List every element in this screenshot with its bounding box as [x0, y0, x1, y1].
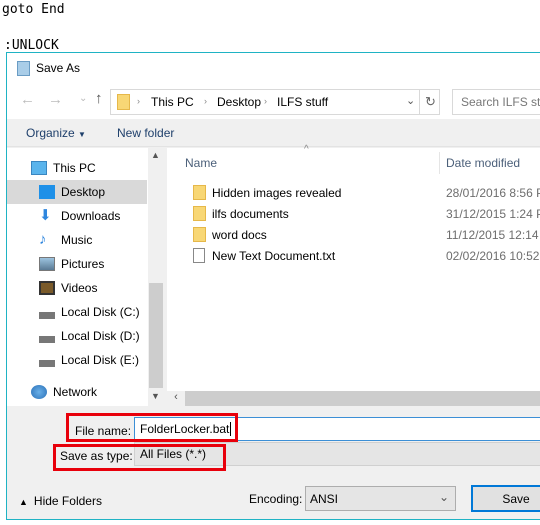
- nav-item-local-disk-d[interactable]: Local Disk (D:): [7, 324, 147, 348]
- file-date: 02/02/2016 10:52 ...: [446, 248, 540, 263]
- hide-folders-label: Hide Folders: [33, 494, 102, 508]
- file-date: 28/01/2016 8:56 PM: [446, 185, 540, 200]
- nav-item-this-pc[interactable]: This PC: [7, 156, 147, 180]
- divider: [419, 90, 420, 114]
- nav-label: Downloads: [61, 209, 121, 223]
- breadcrumb-ilfs-stuff[interactable]: ILFS stuff: [277, 95, 328, 109]
- drive-icon: [39, 305, 55, 319]
- scroll-thumb[interactable]: [149, 283, 163, 388]
- folder-icon: [117, 94, 130, 110]
- file-date: 31/12/2015 1:24 PM: [446, 206, 540, 221]
- chevron-right-icon: ›: [264, 96, 267, 106]
- navigation-pane: This PC Desktop ⬇ Downloads ♪ Music Pictur…: [7, 148, 148, 406]
- file-row[interactable]: ilfs documents 31/12/2015 1:24 PM: [167, 203, 540, 224]
- back-arrow-icon[interactable]: ←: [20, 91, 35, 108]
- highlight-box-file-name: [66, 413, 238, 442]
- sort-ascending-icon: ^: [304, 144, 309, 155]
- nav-item-local-disk-e[interactable]: Local Disk (E:): [7, 348, 147, 372]
- nav-label: Pictures: [61, 257, 105, 271]
- toolbar: Organize ▼ New folder: [7, 119, 540, 147]
- save-button[interactable]: Save: [471, 485, 540, 512]
- address-bar[interactable]: › This PC › Desktop › ILFS stuff ⌄ ↻: [110, 89, 440, 115]
- videos-icon: [39, 281, 55, 295]
- chevron-right-icon: ›: [137, 96, 140, 106]
- music-icon: ♪: [39, 231, 47, 248]
- notepad-icon: [17, 61, 30, 76]
- scroll-up-icon[interactable]: ▲: [151, 150, 160, 160]
- network-icon: [31, 385, 47, 399]
- nav-label: Desktop: [61, 185, 106, 199]
- file-row[interactable]: Hidden images revealed 28/01/2016 8:56 PM: [167, 182, 540, 203]
- chevron-up-icon: ▲: [19, 497, 28, 507]
- dropdown-arrow-icon: ▼: [78, 130, 86, 139]
- scroll-down-icon[interactable]: ▼: [151, 391, 160, 401]
- address-row: ← → ⌄ ↑ › This PC › Desktop › ILFS stuff…: [7, 85, 540, 119]
- organize-label: Organize: [26, 126, 75, 140]
- nav-label: Videos: [61, 281, 98, 295]
- title-bar: Save As: [7, 53, 540, 85]
- dialog-title: Save As: [36, 61, 81, 75]
- refresh-icon[interactable]: ↻: [425, 94, 436, 110]
- text-file-icon: [193, 248, 205, 263]
- up-arrow-icon[interactable]: ↑: [95, 90, 103, 107]
- file-name: ilfs documents: [212, 206, 289, 221]
- nav-item-downloads[interactable]: ⬇ Downloads: [7, 204, 147, 228]
- file-name: New Text Document.txt: [212, 248, 336, 263]
- nav-item-network[interactable]: Network: [7, 380, 147, 404]
- nav-item-pictures[interactable]: Pictures: [7, 252, 147, 276]
- highlight-box-save-type: [53, 444, 226, 471]
- nav-label: Local Disk (C:): [61, 305, 140, 319]
- file-row[interactable]: New Text Document.txt 02/02/2016 10:52 ..…: [167, 245, 540, 266]
- computer-icon: [31, 161, 47, 175]
- file-row[interactable]: word docs 11/12/2015 12:14 ...: [167, 224, 540, 245]
- nav-item-desktop[interactable]: Desktop: [7, 180, 147, 204]
- folder-icon: [193, 227, 206, 242]
- nav-label: Network: [53, 385, 98, 399]
- nav-item-local-disk-c[interactable]: Local Disk (C:): [7, 300, 147, 324]
- file-name: Hidden images revealed: [212, 185, 342, 200]
- nav-label: Music: [61, 233, 93, 247]
- recent-chevron-icon[interactable]: ⌄: [79, 93, 87, 104]
- scroll-left-icon[interactable]: ‹: [167, 391, 185, 406]
- file-name: word docs: [212, 227, 267, 242]
- desktop-icon: [39, 185, 55, 199]
- drive-icon: [39, 353, 55, 367]
- chevron-right-icon: ›: [204, 96, 207, 106]
- breadcrumb-this-pc[interactable]: This PC: [151, 95, 194, 109]
- folder-icon: [193, 185, 206, 200]
- save-as-dialog: Save As ← → ⌄ ↑ › This PC › Desktop › IL…: [6, 52, 540, 520]
- chevron-down-icon[interactable]: ⌄: [406, 94, 415, 107]
- code-line: :UNLOCK: [4, 38, 59, 53]
- column-header-date[interactable]: Date modified: [446, 156, 520, 170]
- column-header-name[interactable]: Name: [185, 156, 217, 170]
- nav-label: This PC: [53, 161, 96, 175]
- pictures-icon: [39, 257, 55, 271]
- encoding-select[interactable]: ANSI ⌄: [305, 486, 456, 511]
- download-icon: ⬇: [39, 207, 52, 224]
- breadcrumb-desktop[interactable]: Desktop: [217, 95, 261, 109]
- horizontal-scrollbar[interactable]: ‹: [167, 391, 540, 406]
- hide-folders-button[interactable]: ▲ Hide Folders: [19, 494, 102, 508]
- folder-icon: [193, 206, 206, 221]
- nav-item-music[interactable]: ♪ Music: [7, 228, 147, 252]
- search-input[interactable]: Search ILFS st: [452, 89, 540, 115]
- chevron-down-icon: ⌄: [438, 490, 449, 504]
- encoding-label: Encoding:: [249, 492, 303, 506]
- new-folder-button[interactable]: New folder: [117, 126, 174, 140]
- code-line: goto End: [2, 2, 65, 17]
- nav-label: Local Disk (E:): [61, 353, 140, 367]
- nav-item-videos[interactable]: Videos: [7, 276, 147, 300]
- file-list: ^ Name Date modified Hidden images revea…: [167, 144, 540, 406]
- nav-label: Local Disk (D:): [61, 329, 140, 343]
- file-date: 11/12/2015 12:14 ...: [446, 227, 540, 242]
- encoding-value: ANSI: [310, 492, 339, 506]
- forward-arrow-icon[interactable]: →: [48, 91, 63, 108]
- column-divider[interactable]: [439, 152, 440, 174]
- organize-button[interactable]: Organize ▼: [26, 126, 86, 140]
- drive-icon: [39, 329, 55, 343]
- nav-scrollbar[interactable]: ▲ ▼: [148, 148, 164, 406]
